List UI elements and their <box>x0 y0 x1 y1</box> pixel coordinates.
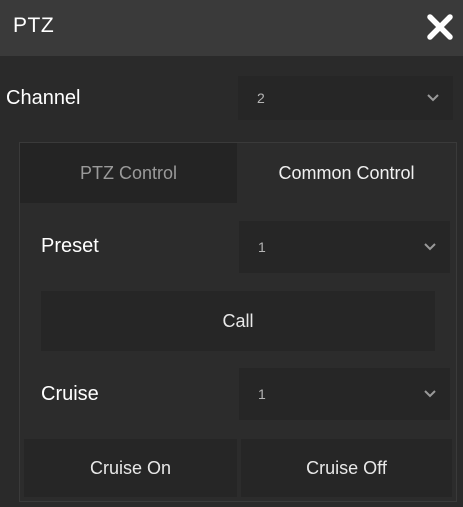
cruise-on-button[interactable]: Cruise On <box>24 439 237 497</box>
chevron-down-icon <box>424 243 436 251</box>
tab-common-control-label: Common Control <box>278 162 415 183</box>
preset-label: Preset <box>41 235 99 257</box>
cruise-label: Cruise <box>41 383 99 405</box>
chevron-down-icon <box>427 94 439 102</box>
cruise-off-label: Cruise Off <box>306 457 387 478</box>
cruise-off-button[interactable]: Cruise Off <box>241 439 452 497</box>
title-bar: PTZ <box>0 0 463 56</box>
ptz-dialog: PTZ Channel 2 PTZ Control Common Control… <box>0 0 463 507</box>
call-button[interactable]: Call <box>41 291 435 351</box>
cruise-select[interactable]: 1 <box>239 368 450 420</box>
tab-ptz-control-label: PTZ Control <box>79 162 178 183</box>
preset-select-value: 1 <box>258 239 266 255</box>
dialog-title: PTZ <box>13 14 55 37</box>
control-panel: PTZ Control Common Control Preset 1 Call… <box>19 142 457 502</box>
close-button[interactable] <box>423 10 457 44</box>
channel-label: Channel <box>6 87 81 109</box>
tab-ptz-control[interactable]: PTZ Control <box>20 143 237 203</box>
chevron-down-icon <box>424 390 436 398</box>
tab-common-control[interactable]: Common Control <box>237 143 456 203</box>
close-icon <box>427 14 453 40</box>
cruise-select-value: 1 <box>258 386 266 402</box>
channel-select-value: 2 <box>257 90 265 106</box>
channel-row: Channel 2 <box>0 56 463 138</box>
call-button-label: Call <box>222 310 254 331</box>
channel-select[interactable]: 2 <box>238 76 453 120</box>
cruise-on-label: Cruise On <box>89 457 172 478</box>
preset-select[interactable]: 1 <box>239 221 450 273</box>
